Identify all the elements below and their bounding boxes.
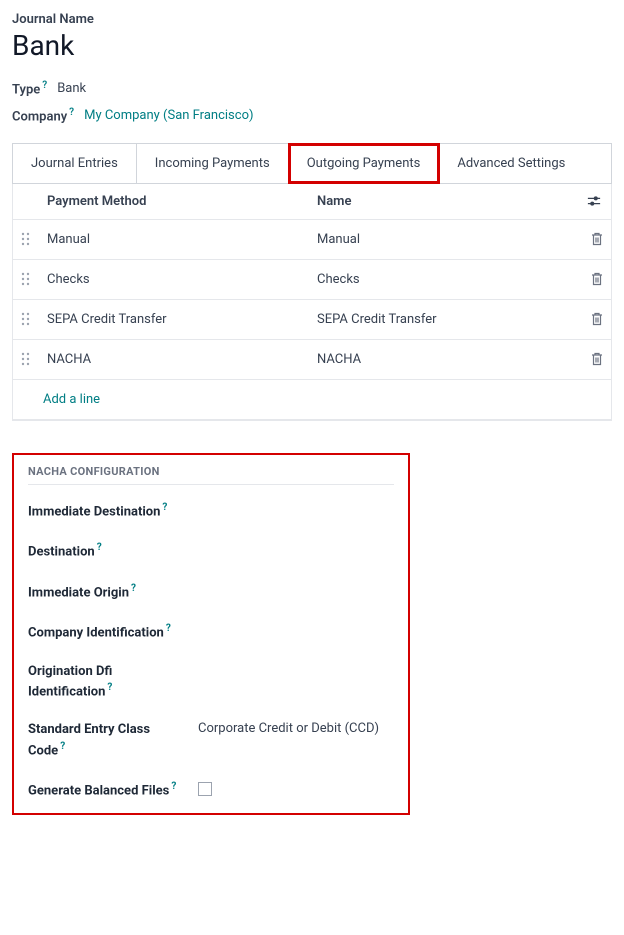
type-label: Type? — [12, 80, 47, 97]
help-icon[interactable]: ? — [60, 741, 65, 752]
help-icon[interactable]: ? — [107, 682, 112, 693]
add-line-link[interactable]: Add a line — [13, 380, 611, 419]
table-row[interactable]: Checks Checks — [13, 259, 611, 299]
drag-handle-icon[interactable] — [21, 312, 31, 326]
company-label: Company? — [12, 107, 74, 124]
nacha-destination-label: Destination? — [28, 541, 180, 562]
tab-outgoing-payments[interactable]: Outgoing Payments — [289, 144, 440, 183]
journal-name-label: Journal Name — [12, 12, 612, 27]
payment-methods-table: Payment Method Name Manual Manual Checks… — [13, 184, 611, 420]
cell-name[interactable]: Manual — [309, 219, 579, 259]
col-header-method: Payment Method — [39, 184, 309, 220]
tab-incoming-payments[interactable]: Incoming Payments — [137, 144, 289, 183]
cell-method[interactable]: Checks — [39, 259, 309, 299]
nacha-generate-balanced-label: Generate Balanced Files? — [28, 780, 180, 801]
cell-method[interactable]: SEPA Credit Transfer — [39, 299, 309, 339]
nacha-immediate-origin-label: Immediate Origin? — [28, 582, 180, 603]
help-icon[interactable]: ? — [97, 542, 102, 553]
drag-handle-icon[interactable] — [21, 352, 31, 366]
type-value: Bank — [57, 81, 86, 96]
cell-method[interactable]: NACHA — [39, 339, 309, 379]
table-row[interactable]: NACHA NACHA — [13, 339, 611, 379]
trash-icon[interactable] — [587, 352, 603, 366]
help-icon[interactable]: ? — [42, 80, 47, 91]
cell-name[interactable]: NACHA — [309, 339, 579, 379]
journal-name-value[interactable]: Bank — [12, 29, 612, 62]
company-value-link[interactable]: My Company (San Francisco) — [84, 108, 253, 123]
table-row[interactable]: Manual Manual — [13, 219, 611, 259]
trash-icon[interactable] — [587, 312, 603, 326]
nacha-generate-balanced-checkbox[interactable] — [198, 782, 212, 796]
nacha-secc-value[interactable]: Corporate Credit or Debit (CCD) — [198, 721, 394, 736]
help-icon[interactable]: ? — [162, 502, 167, 513]
drag-handle-icon[interactable] — [21, 232, 31, 246]
trash-icon[interactable] — [587, 232, 603, 246]
cell-name[interactable]: Checks — [309, 259, 579, 299]
tab-advanced-settings[interactable]: Advanced Settings — [439, 144, 583, 183]
help-icon[interactable]: ? — [69, 107, 74, 118]
nacha-company-identification-label: Company Identification? — [28, 622, 180, 643]
drag-handle-icon[interactable] — [21, 272, 31, 286]
table-row[interactable]: SEPA Credit Transfer SEPA Credit Transfe… — [13, 299, 611, 339]
help-icon[interactable]: ? — [166, 623, 171, 634]
help-icon[interactable]: ? — [131, 583, 136, 594]
nacha-title: NACHA CONFIGURATION — [28, 465, 394, 485]
sliders-icon[interactable] — [587, 194, 601, 208]
nacha-configuration-section: NACHA CONFIGURATION Immediate Destinatio… — [12, 453, 410, 815]
cell-name[interactable]: SEPA Credit Transfer — [309, 299, 579, 339]
cell-method[interactable]: Manual — [39, 219, 309, 259]
nacha-secc-label: Standard Entry Class Code? — [28, 721, 180, 760]
trash-icon[interactable] — [587, 272, 603, 286]
col-header-name: Name — [309, 184, 579, 220]
nacha-immediate-destination-label: Immediate Destination? — [28, 501, 180, 522]
tabs: Journal Entries Incoming Payments Outgoi… — [12, 143, 612, 184]
nacha-origination-dfi-label: Origination Dfi Identification? — [28, 663, 180, 702]
help-icon[interactable]: ? — [171, 781, 176, 792]
tab-journal-entries[interactable]: Journal Entries — [13, 144, 137, 183]
